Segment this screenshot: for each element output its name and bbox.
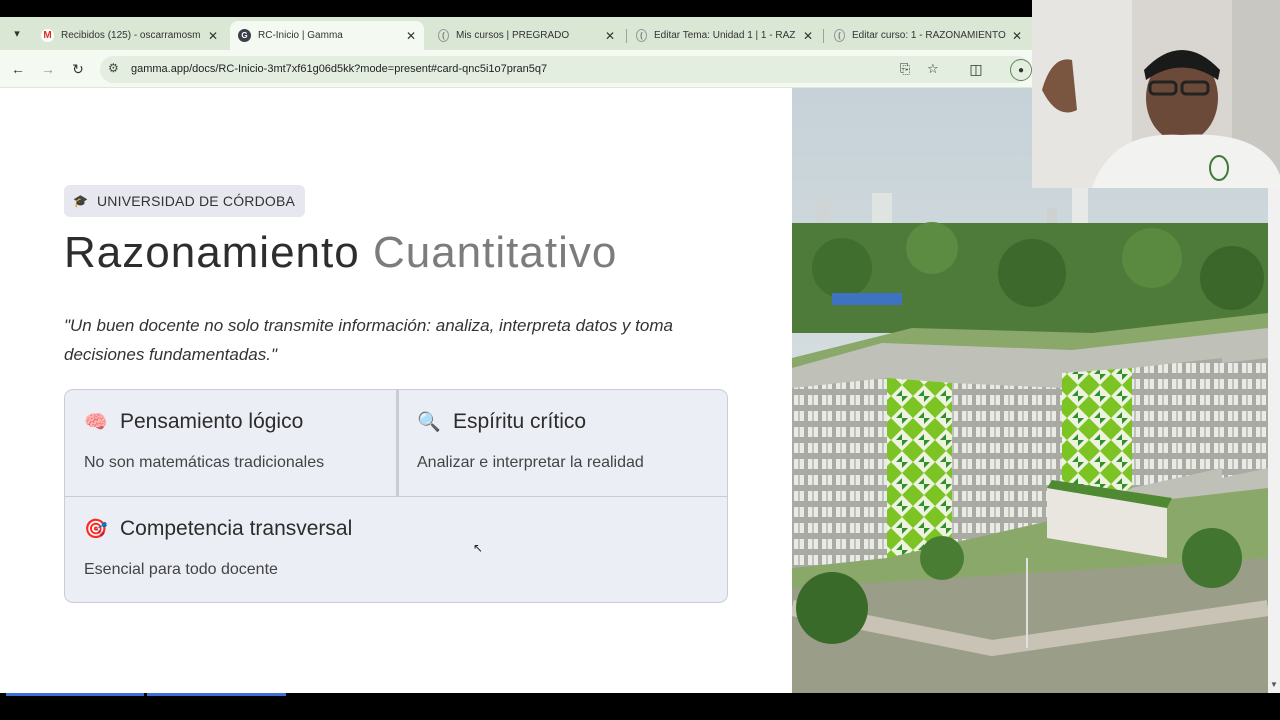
card-text: No son matemáticas tradicionales bbox=[84, 454, 325, 471]
profile-icon[interactable]: ● bbox=[1010, 59, 1032, 81]
title-part-2: Cuantitativo bbox=[372, 228, 618, 277]
presentation-progress-bar bbox=[0, 693, 1280, 720]
webcam-overlay bbox=[1032, 0, 1280, 188]
scroll-down-icon[interactable]: ▼ bbox=[1270, 680, 1278, 689]
graduation-cap-icon: 🎓 bbox=[73, 194, 89, 208]
screen: ▾ M Recibidos (125) - oscarramosm ✕ G RC… bbox=[0, 0, 1280, 720]
install-app-icon[interactable]: ⎘ bbox=[900, 61, 910, 77]
forward-icon[interactable]: → bbox=[38, 59, 58, 79]
close-tab-icon[interactable]: ✕ bbox=[803, 29, 813, 43]
tab-title: Editar Tema: Unidad 1 | 1 - RAZ bbox=[654, 30, 796, 41]
moodle-icon: ( bbox=[438, 29, 449, 42]
tab-separator bbox=[823, 29, 824, 43]
tab-gmail[interactable]: M Recibidos (125) - oscarramosm ✕ bbox=[33, 21, 226, 50]
university-badge: 🎓 UNIVERSIDAD DE CÓRDOBA bbox=[64, 185, 306, 217]
address-bar[interactable]: ⚙ gamma.app/docs/RC-Inicio-3mt7xf61g06d5… bbox=[100, 56, 1030, 83]
tab-gamma[interactable]: G RC-Inicio | Gamma ✕ bbox=[230, 21, 424, 50]
moodle-icon: ( bbox=[834, 29, 845, 42]
tab-editar-curso[interactable]: ( Editar curso: 1 - RAZONAMIENTO ✕ bbox=[826, 21, 1030, 50]
tab-title: Mis cursos | PREGRADO bbox=[456, 30, 570, 41]
bookmark-star-icon[interactable]: ☆ bbox=[927, 61, 939, 77]
quote-text: "Un buen docente no solo transmite infor… bbox=[64, 316, 673, 364]
card-divider-vertical bbox=[396, 390, 399, 496]
close-tab-icon[interactable]: ✕ bbox=[605, 29, 615, 43]
magnifier-icon: 🔍 bbox=[417, 412, 441, 433]
target-icon: 🎯 bbox=[84, 519, 108, 540]
tab-separator bbox=[626, 29, 627, 43]
progress-segment bbox=[147, 693, 286, 696]
gamma-icon: G bbox=[238, 29, 251, 42]
close-tab-icon[interactable]: ✕ bbox=[208, 29, 218, 43]
card-text: Esencial para todo docente bbox=[84, 561, 278, 578]
card-competencia-transversal: 🎯 Competencia transversal Esencial para … bbox=[84, 517, 352, 579]
title-part-1: Razonamiento bbox=[64, 228, 360, 277]
card-pensamiento-logico: 🧠 Pensamiento lógico No son matemáticas … bbox=[84, 410, 324, 472]
close-tab-icon[interactable]: ✕ bbox=[1012, 29, 1022, 43]
tab-title: RC-Inicio | Gamma bbox=[258, 30, 343, 41]
card-espiritu-critico: 🔍 Espíritu crítico Analizar e interpreta… bbox=[417, 410, 644, 472]
reload-icon[interactable]: ↻ bbox=[68, 59, 88, 79]
close-tab-icon[interactable]: ✕ bbox=[406, 29, 416, 43]
card-title: Espíritu crítico bbox=[453, 410, 587, 433]
tab-search-button[interactable]: ▾ bbox=[7, 25, 27, 42]
site-info-icon[interactable]: ⚙ bbox=[108, 61, 119, 75]
slide-content: 🎓 UNIVERSIDAD DE CÓRDOBA Razonamiento Cu… bbox=[0, 88, 792, 693]
progress-segment bbox=[6, 693, 144, 696]
card-title: Pensamiento lógico bbox=[120, 410, 304, 433]
tab-mis-cursos[interactable]: ( Mis cursos | PREGRADO ✕ bbox=[430, 21, 623, 50]
tab-editar-tema[interactable]: ( Editar Tema: Unidad 1 | 1 - RAZ ✕ bbox=[628, 21, 821, 50]
brain-icon: 🧠 bbox=[84, 412, 108, 433]
extensions-icon[interactable]: ◫ bbox=[966, 59, 986, 79]
feature-cards: 🧠 Pensamiento lógico No son matemáticas … bbox=[64, 389, 728, 603]
moodle-icon: ( bbox=[636, 29, 647, 42]
card-title: Competencia transversal bbox=[120, 517, 353, 540]
gmail-icon: M bbox=[41, 29, 54, 42]
tab-title: Recibidos (125) - oscarramosm bbox=[61, 30, 201, 41]
url-text: gamma.app/docs/RC-Inicio-3mt7xf61g06d5kk… bbox=[131, 63, 548, 75]
page-title: Razonamiento Cuantitativo bbox=[64, 228, 617, 278]
badge-label: UNIVERSIDAD DE CÓRDOBA bbox=[97, 193, 296, 209]
tab-title: Editar curso: 1 - RAZONAMIENTO bbox=[852, 30, 1006, 41]
card-text: Analizar e interpretar la realidad bbox=[417, 454, 644, 471]
back-icon[interactable]: ← bbox=[8, 59, 28, 79]
card-divider-horizontal bbox=[65, 496, 727, 497]
mouse-cursor-icon: ↖ bbox=[473, 541, 484, 555]
